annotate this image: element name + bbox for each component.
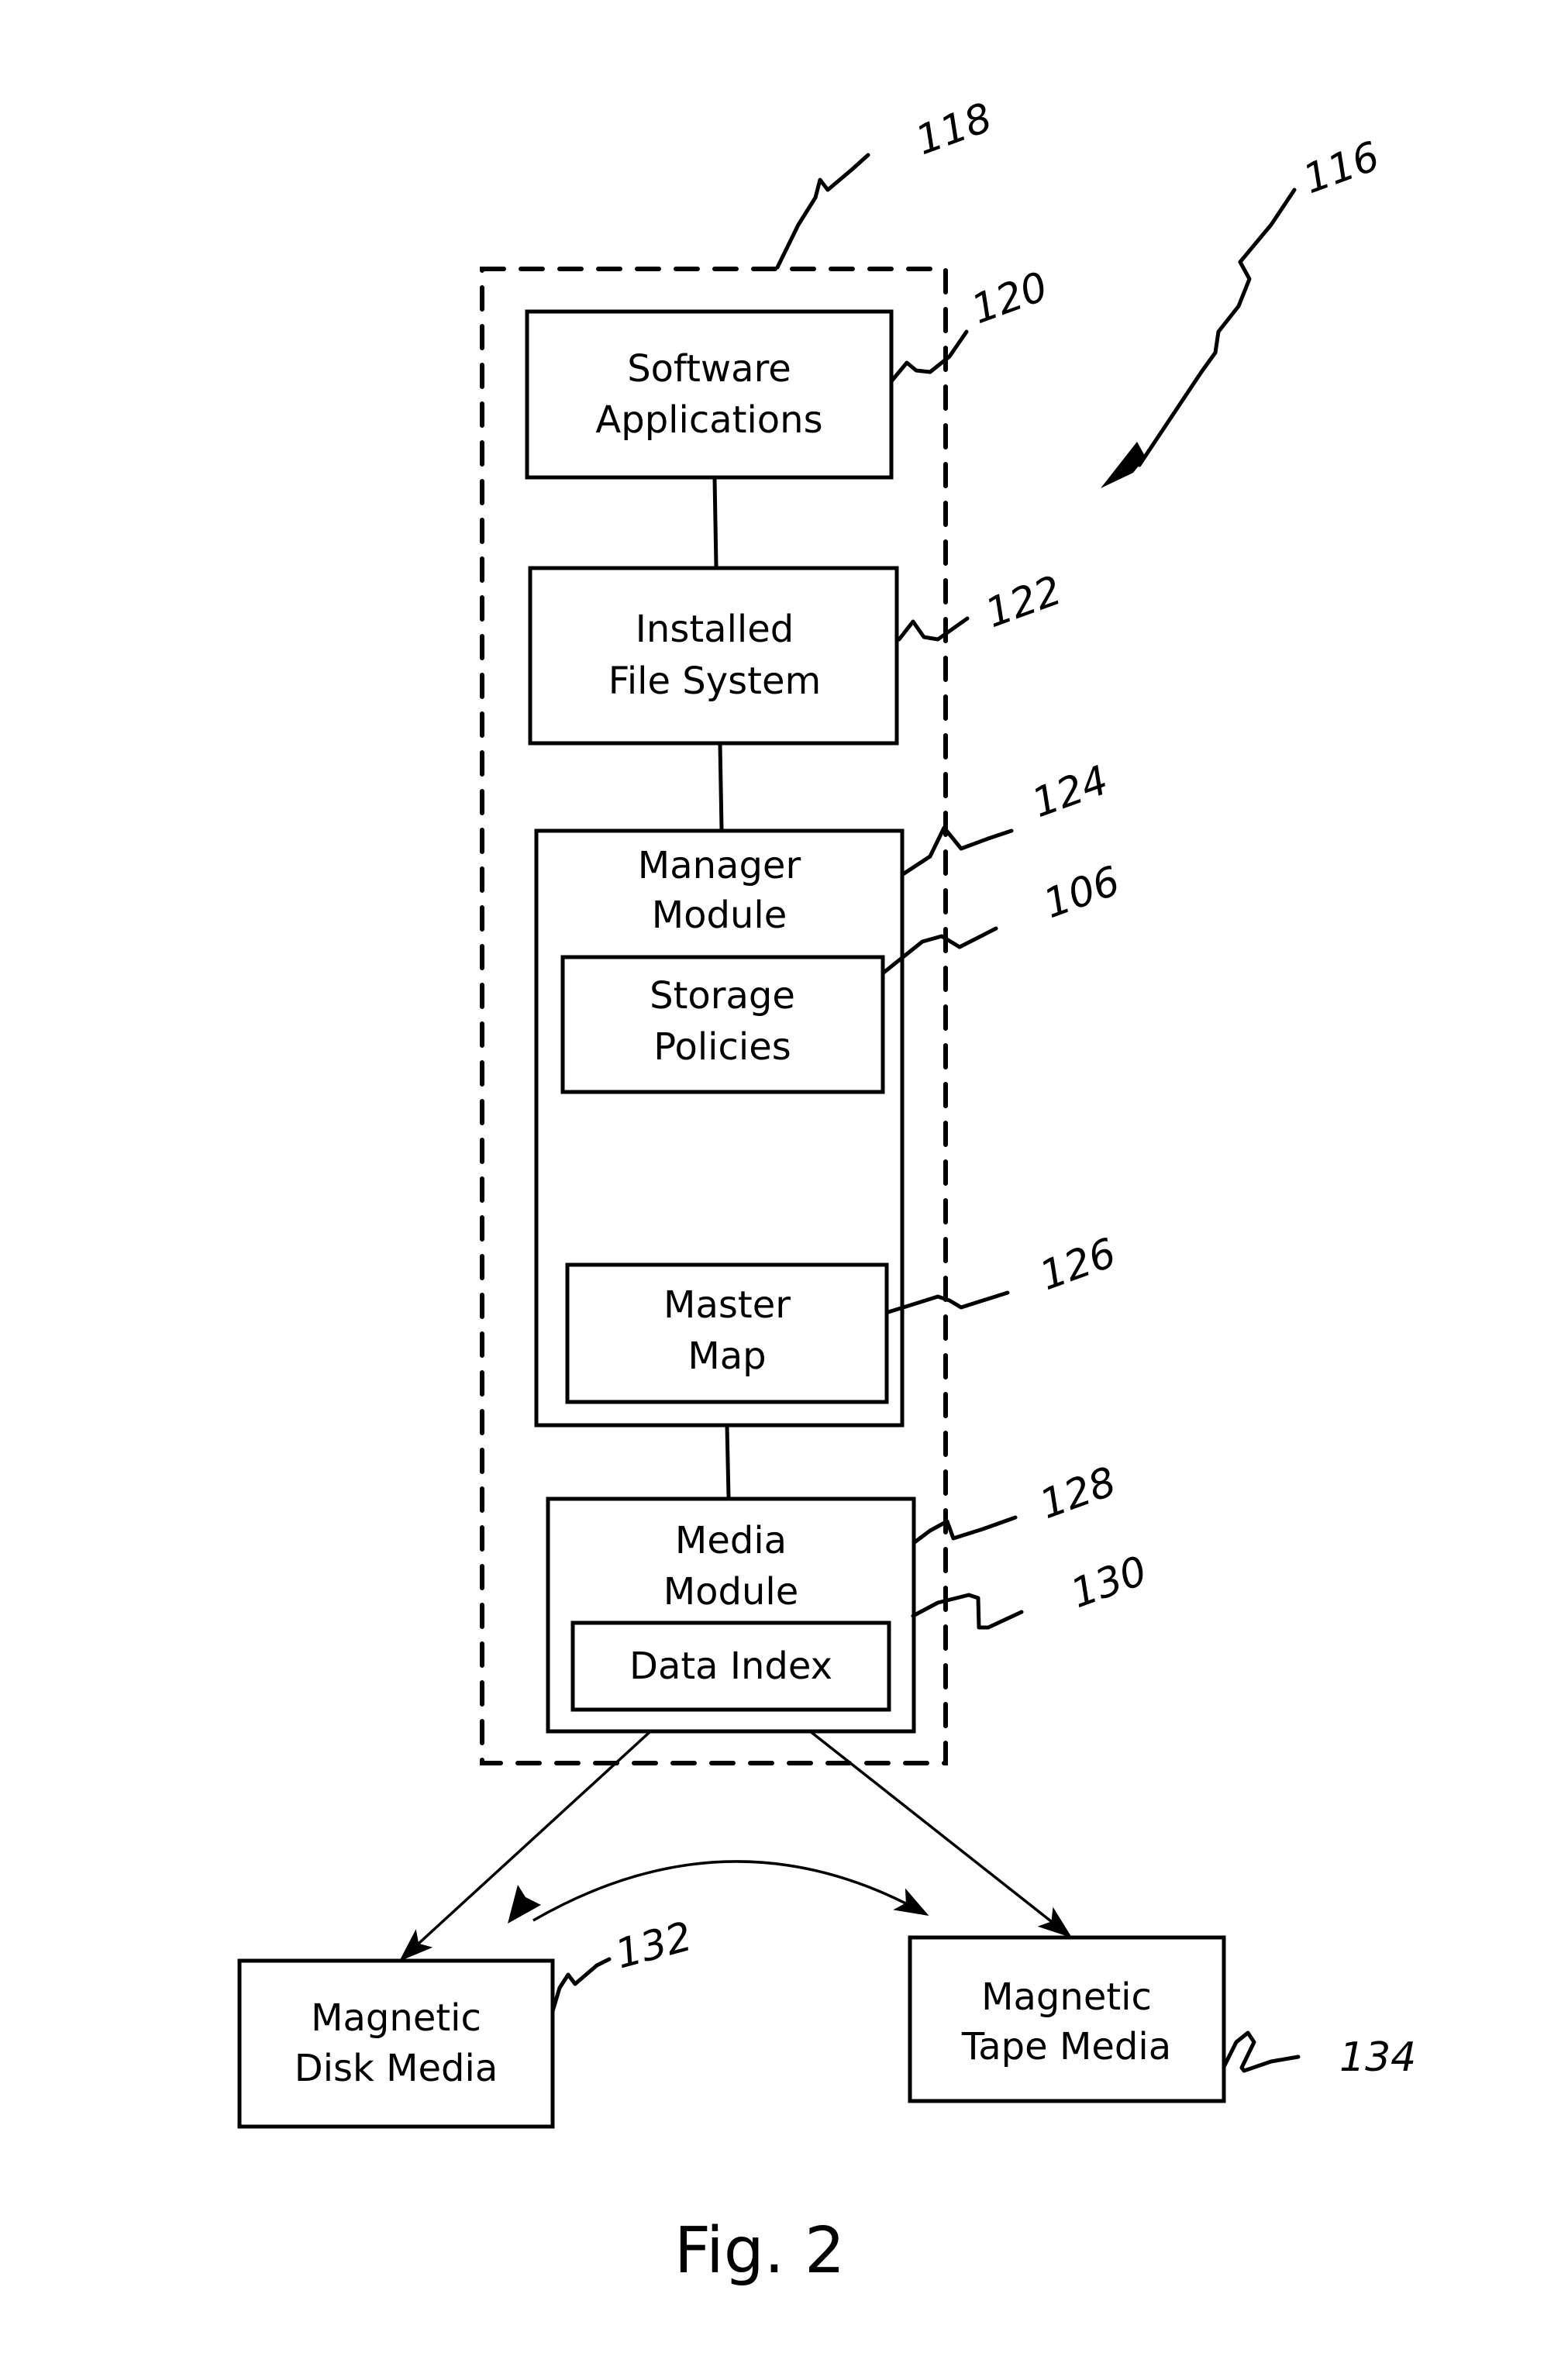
figure-caption: Fig. 2 bbox=[674, 2214, 845, 2288]
leader-124 bbox=[901, 825, 1014, 877]
block-label: Media bbox=[675, 1519, 787, 1562]
block-magnetic-disk-media: Magnetic Disk Media bbox=[237, 1958, 555, 2129]
arrow-media-to-tape bbox=[797, 1720, 1073, 1938]
leader-116 bbox=[1137, 188, 1297, 467]
storage-architecture-diagram: Software Applications Installed File Sys… bbox=[237, 95, 1416, 2288]
ref-label-118: 118 bbox=[910, 95, 998, 164]
block-label: Tape Media bbox=[961, 2025, 1171, 2068]
leader-134 bbox=[1222, 2030, 1301, 2073]
ref-label-130: 130 bbox=[1065, 1548, 1153, 1617]
leader-132 bbox=[550, 1957, 612, 2013]
block-label: Installed bbox=[636, 608, 794, 651]
block-label: Manager bbox=[638, 844, 801, 887]
ref-label-122: 122 bbox=[980, 567, 1068, 637]
connector-filesystem-to-manager bbox=[718, 743, 724, 830]
bidirectional-arrow-disk-tape bbox=[532, 1860, 929, 1922]
ref-label-132: 132 bbox=[611, 1913, 697, 1979]
block-label: Policies bbox=[653, 1025, 791, 1069]
leader-120 bbox=[889, 329, 969, 384]
block-label: Magnetic bbox=[311, 1996, 481, 2040]
block-label: Storage bbox=[650, 974, 795, 1018]
block-label: Data Index bbox=[629, 1645, 832, 1688]
block-label: Master bbox=[663, 1283, 791, 1327]
leader-122 bbox=[897, 616, 970, 642]
block-data-index: Data Index bbox=[570, 1621, 891, 1712]
block-label: Software bbox=[627, 347, 791, 391]
block-label: Magnetic bbox=[981, 1975, 1152, 2019]
block-label: File System bbox=[608, 660, 822, 703]
block-label: Module bbox=[663, 1570, 799, 1614]
block-label: Disk Media bbox=[295, 2047, 498, 2090]
block-label: Module bbox=[652, 894, 787, 937]
block-label: Applications bbox=[595, 398, 822, 442]
block-storage-policies: Storage Policies bbox=[560, 955, 885, 1094]
block-installed-file-system: Installed File System bbox=[528, 566, 899, 746]
block-master-map: Master Map bbox=[565, 1262, 889, 1404]
connector-software-to-filesystem bbox=[712, 477, 719, 567]
leader-118 bbox=[775, 153, 870, 270]
block-label: Map bbox=[688, 1335, 766, 1378]
block-software-applications: Software Applications bbox=[525, 309, 894, 480]
ref-label-120: 120 bbox=[966, 263, 1054, 333]
ref-label-126: 126 bbox=[1034, 1230, 1122, 1300]
arrowhead-116 bbox=[1101, 442, 1146, 488]
ref-label-134: 134 bbox=[1339, 2034, 1416, 2081]
ref-label-124: 124 bbox=[1026, 757, 1115, 827]
connector-manager-to-media bbox=[725, 1425, 731, 1498]
leader-128 bbox=[912, 1515, 1018, 1545]
ref-label-106: 106 bbox=[1038, 858, 1126, 928]
leader-130 bbox=[911, 1593, 1024, 1630]
ref-label-116: 116 bbox=[1297, 133, 1386, 203]
ref-label-128: 128 bbox=[1034, 1459, 1122, 1528]
arrow-media-to-disk bbox=[399, 1724, 659, 1962]
block-magnetic-tape-media: Magnetic Tape Media bbox=[908, 1935, 1226, 2103]
